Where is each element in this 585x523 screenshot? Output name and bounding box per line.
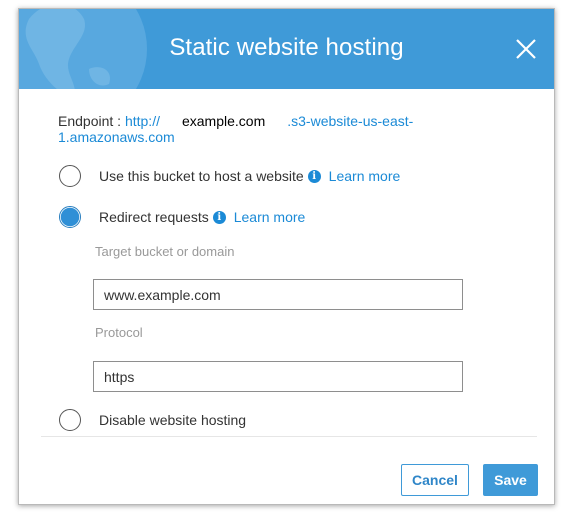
- protocol-label: Protocol: [95, 325, 143, 340]
- learn-more-link[interactable]: Learn more: [234, 209, 306, 225]
- endpoint-hostname: example.com: [181, 113, 266, 129]
- redirect-requests-radio[interactable]: [59, 206, 81, 228]
- dialog-header: Static website hosting: [19, 9, 554, 89]
- info-icon[interactable]: i: [212, 210, 226, 224]
- target-bucket-input[interactable]: [93, 279, 463, 310]
- endpoint-url-suffix[interactable]: .s3-website-us-east-: [287, 113, 413, 129]
- disable-hosting-radio[interactable]: [59, 409, 81, 431]
- option-redirect-requests[interactable]: Redirect requests i Learn more: [59, 204, 305, 230]
- target-bucket-label: Target bucket or domain: [95, 244, 235, 259]
- cancel-button[interactable]: Cancel: [401, 464, 469, 496]
- dialog-title: Static website hosting: [169, 34, 404, 61]
- static-website-hosting-dialog: Static website hosting Endpoint : http:/…: [18, 8, 555, 505]
- endpoint-text: Endpoint : http:// example.com .s3-website…: [58, 113, 498, 145]
- save-button[interactable]: Save: [483, 464, 538, 496]
- footer-divider: [41, 436, 537, 437]
- endpoint-label: Endpoint :: [58, 113, 122, 129]
- endpoint-url-prefix[interactable]: http://: [125, 113, 160, 129]
- host-website-radio[interactable]: [59, 165, 81, 187]
- info-icon[interactable]: i: [307, 169, 321, 183]
- redirect-requests-label: Redirect requests: [99, 209, 209, 225]
- learn-more-link[interactable]: Learn more: [329, 168, 401, 184]
- disable-hosting-label: Disable website hosting: [99, 412, 247, 428]
- host-website-label: Use this bucket to host a website: [99, 168, 304, 184]
- option-disable-hosting[interactable]: Disable website hosting: [59, 407, 246, 433]
- protocol-input[interactable]: [93, 361, 463, 392]
- endpoint-url-line2[interactable]: 1.amazonaws.com: [58, 129, 175, 145]
- close-icon[interactable]: [511, 34, 541, 64]
- option-host-website[interactable]: Use this bucket to host a website i Lear…: [59, 163, 400, 189]
